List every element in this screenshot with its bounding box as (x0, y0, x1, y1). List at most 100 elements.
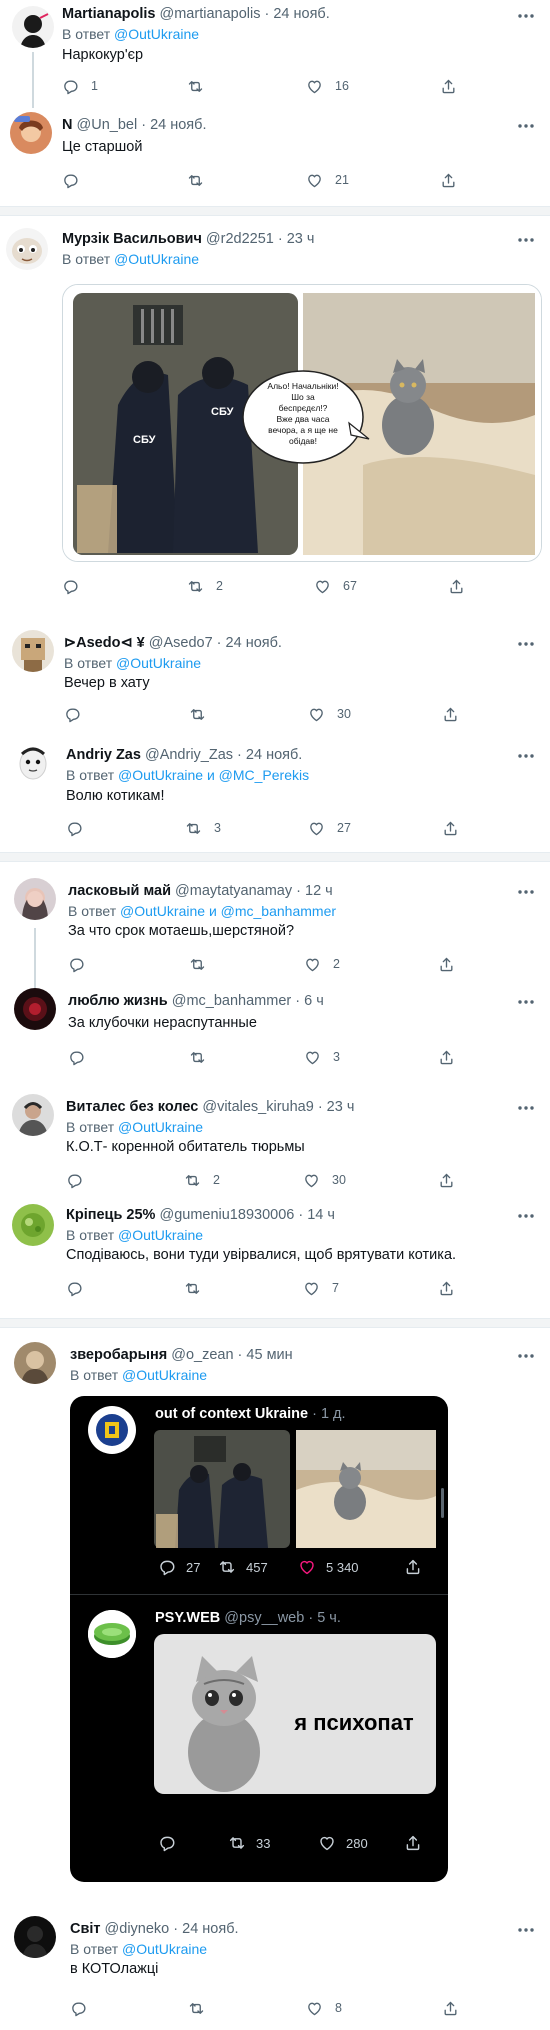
avatar[interactable] (12, 630, 54, 672)
avatar[interactable] (14, 1916, 56, 1958)
avatar[interactable] (14, 1342, 56, 1384)
share-button[interactable] (442, 1998, 459, 2018)
reply-to-link[interactable]: @OutUkraine (114, 26, 199, 42)
reply-button[interactable] (66, 1278, 83, 1298)
reply-to-link[interactable]: @OutUkraine (118, 1119, 203, 1135)
more-icon[interactable] (516, 1923, 536, 1937)
like-button[interactable]: 16 (306, 76, 349, 96)
author-name[interactable]: Andriy Zas (66, 747, 141, 763)
author-name[interactable]: Кріпець 25% (66, 1207, 155, 1223)
reply-button[interactable] (70, 1998, 87, 2018)
author-name[interactable]: N (62, 117, 72, 133)
tweet[interactable]: Виталес без колес @vitales_kiruha9 · 23 … (0, 1090, 550, 1190)
like-button[interactable]: 30 (303, 1170, 346, 1190)
scrollbar[interactable] (441, 1488, 444, 1518)
like-button[interactable]: 3 (304, 1047, 340, 1067)
author-name[interactable]: Виталес без колес (66, 1099, 198, 1115)
author-handle[interactable]: @o_zean · 45 мин (171, 1347, 292, 1363)
tweet[interactable]: Кріпець 25% @gumeniu18930006 · 14 ч В от… (0, 1196, 550, 1304)
avatar[interactable] (12, 1094, 54, 1136)
share-button[interactable] (438, 1278, 455, 1298)
avatar[interactable] (14, 988, 56, 1030)
author-handle[interactable]: @martianapolis · 24 нояб. (160, 6, 330, 22)
reply-to-link[interactable]: @OutUkraine и @MC_Perekis (118, 767, 309, 783)
retweet-button[interactable] (188, 1998, 205, 2018)
retweet-button[interactable]: 2 (187, 576, 223, 596)
reply-button[interactable] (62, 170, 79, 190)
reply-to-link[interactable]: @OutUkraine (118, 1227, 203, 1243)
retweet-button[interactable]: 2 (184, 1170, 220, 1190)
retweet-button[interactable] (189, 1047, 206, 1067)
retweet-button[interactable] (189, 954, 206, 974)
avatar[interactable] (6, 228, 48, 270)
share-button[interactable] (448, 576, 465, 596)
share-button[interactable] (442, 818, 459, 838)
reply-button[interactable] (62, 576, 79, 596)
share-button[interactable] (440, 76, 457, 96)
reply-to-link[interactable]: @OutUkraine и @mc_banhammer (120, 903, 336, 919)
author-handle[interactable]: @Un_bel · 24 нояб. (77, 117, 207, 133)
tweet[interactable]: N @Un_bel · 24 нояб. Це старшой 21 (0, 108, 550, 198)
author-name[interactable]: зверобарыня (70, 1347, 167, 1363)
share-button[interactable] (440, 170, 457, 190)
share-button[interactable] (438, 1170, 455, 1190)
author-handle[interactable]: @diyneko · 24 нояб. (105, 1921, 239, 1937)
more-icon[interactable] (516, 233, 536, 247)
avatar[interactable] (12, 742, 54, 784)
author-handle[interactable]: @maytatyanamay · 12 ч (175, 883, 333, 899)
reply-button[interactable] (66, 1170, 83, 1190)
retweet-button[interactable] (189, 704, 206, 724)
tweet[interactable]: Світ @diyneko · 24 нояб. В ответ @OutUkr… (0, 1912, 550, 2030)
reply-to-link[interactable]: @OutUkraine (114, 251, 199, 267)
reply-button[interactable] (64, 704, 81, 724)
more-icon[interactable] (516, 1209, 536, 1223)
share-button[interactable] (442, 704, 459, 724)
retweet-button[interactable]: 3 (185, 818, 221, 838)
tweet[interactable]: Мурзік Васильович @r2d2251 · 23 ч В отве… (0, 222, 550, 604)
tweet[interactable]: ⊳Asedo⊲ ¥ @Asedo7 · 24 нояб. В ответ @Ou… (0, 626, 550, 721)
author-name[interactable]: Martianapolis (62, 6, 155, 22)
avatar[interactable] (10, 112, 52, 154)
like-button[interactable]: 27 (308, 818, 351, 838)
tweet[interactable]: зверобарыня @o_zean · 45 мин В ответ @Ou… (0, 1336, 550, 1888)
embedded-screenshot[interactable]: out of context Ukraine · 1 д. 27 457 5 3… (70, 1396, 448, 1882)
more-icon[interactable] (516, 637, 536, 651)
avatar[interactable] (14, 878, 56, 920)
reply-to-link[interactable]: @OutUkraine (116, 655, 201, 671)
reply-button[interactable] (68, 1047, 85, 1067)
author-handle[interactable]: @Asedo7 · 24 нояб. (149, 635, 282, 651)
author-handle[interactable]: @Andriy_Zas · 24 нояб. (145, 747, 302, 763)
like-button[interactable]: 21 (306, 170, 349, 190)
tweet[interactable]: ласковый май @maytatyanamay · 12 ч В отв… (0, 870, 550, 988)
avatar[interactable] (12, 1204, 54, 1246)
like-button[interactable]: 8 (306, 1998, 342, 2018)
retweet-button[interactable] (187, 76, 216, 96)
more-icon[interactable] (516, 885, 536, 899)
author-name[interactable]: Мурзік Васильович (62, 231, 202, 247)
more-icon[interactable] (516, 9, 536, 23)
more-icon[interactable] (516, 119, 536, 133)
reply-to-link[interactable]: @OutUkraine (122, 1367, 207, 1383)
author-name[interactable]: ласковый май (68, 883, 171, 899)
author-name[interactable]: Світ (70, 1921, 101, 1937)
reply-button[interactable] (66, 818, 83, 838)
reply-button[interactable] (68, 954, 85, 974)
tweet[interactable]: люблю жизнь @mc_banhammer · 6 ч За клубо… (0, 984, 550, 1074)
reply-to-link[interactable]: @OutUkraine (122, 1941, 207, 1957)
tweet[interactable]: Andriy Zas @Andriy_Zas · 24 нояб. В отве… (0, 738, 550, 838)
more-icon[interactable] (516, 1101, 536, 1115)
tweet-media[interactable]: СБУ СБУ Альо! Начальніки! Шо за беспрєдє… (62, 284, 542, 562)
tweet[interactable]: Martianapolis @martianapolis · 24 нояб. … (0, 0, 550, 108)
like-button[interactable]: 2 (304, 954, 340, 974)
author-handle[interactable]: @gumeniu18930006 · 14 ч (159, 1207, 334, 1223)
like-button[interactable]: 30 (308, 704, 351, 724)
reply-button[interactable]: 1 (62, 76, 98, 96)
retweet-button[interactable] (187, 170, 204, 190)
author-name[interactable]: ⊳Asedo⊲ ¥ (64, 635, 145, 651)
more-icon[interactable] (516, 749, 536, 763)
like-button[interactable]: 7 (303, 1278, 339, 1298)
author-handle[interactable]: @mc_banhammer · 6 ч (172, 993, 324, 1009)
retweet-button[interactable] (184, 1278, 201, 1298)
share-button[interactable] (438, 1047, 455, 1067)
author-name[interactable]: люблю жизнь (68, 993, 168, 1009)
